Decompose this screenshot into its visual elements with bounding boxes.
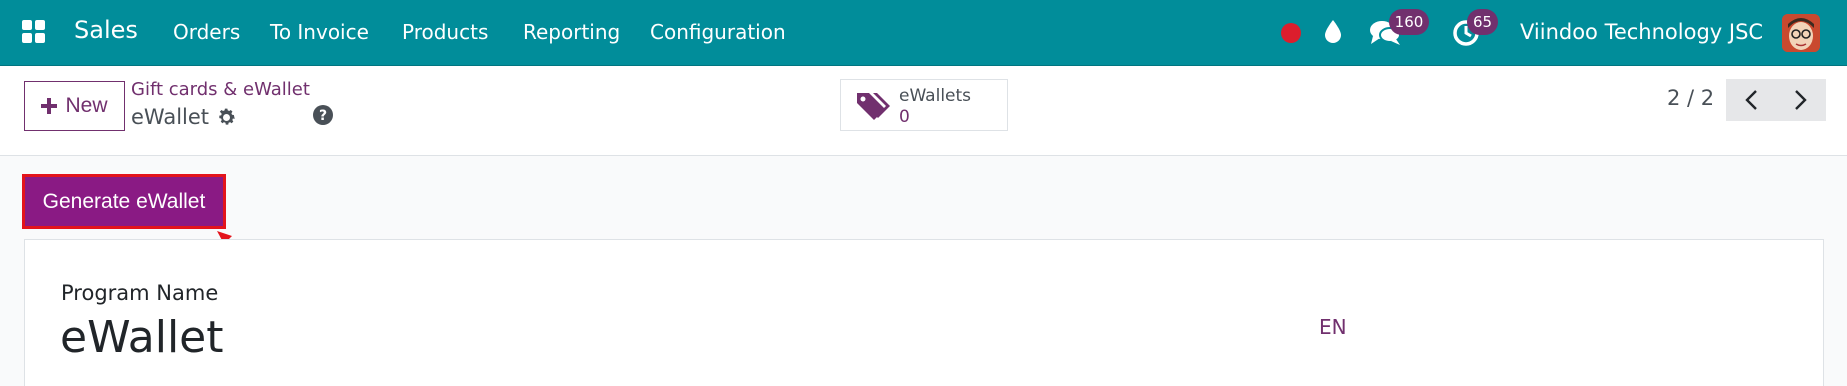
ewallets-smart-button[interactable]: eWallets 0 [840,79,1008,131]
debug-drop-icon[interactable] [1324,19,1342,43]
menu-orders[interactable]: Orders [173,20,240,44]
program-name-input[interactable]: eWallet [60,312,224,363]
top-navbar: Sales Orders To Invoice Products Reporti… [0,0,1847,66]
app-brand[interactable]: Sales [74,16,138,44]
new-button[interactable]: New [24,81,125,131]
gear-icon[interactable] [216,107,237,128]
apps-menu-icon[interactable] [22,20,46,44]
generate-ewallet-button[interactable]: Generate eWallet [22,174,226,229]
recording-indicator-icon[interactable] [1281,23,1301,43]
menu-configuration[interactable]: Configuration [650,20,786,44]
pager-previous-button[interactable] [1726,79,1776,121]
messages-count-badge: 160 [1389,9,1429,35]
activities-count-badge: 65 [1467,9,1498,35]
program-name-label: Program Name [61,281,219,305]
smart-button-label: eWallets [899,86,972,106]
help-icon[interactable]: ? [312,104,334,126]
language-switch[interactable]: EN [1319,315,1347,339]
smart-button-value: 0 [899,107,910,127]
breadcrumb-current: eWallet [131,105,210,129]
tag-icon [857,93,890,120]
new-button-label: New [65,94,108,117]
plus-icon [41,98,58,114]
pager-next-button[interactable] [1776,79,1826,121]
menu-to-invoice[interactable]: To Invoice [270,20,369,44]
chevron-left-icon [1745,90,1757,110]
menu-products[interactable]: Products [402,20,488,44]
breadcrumb-parent[interactable]: Gift cards & eWallet [131,79,310,100]
pager-value[interactable]: 2 / 2 [1667,86,1714,110]
user-avatar[interactable] [1782,14,1820,52]
svg-text:?: ? [319,108,327,124]
form-sheet [24,239,1824,386]
company-switcher[interactable]: Viindoo Technology JSC [1520,20,1763,44]
menu-reporting[interactable]: Reporting [523,20,620,44]
chevron-right-icon [1795,90,1807,110]
